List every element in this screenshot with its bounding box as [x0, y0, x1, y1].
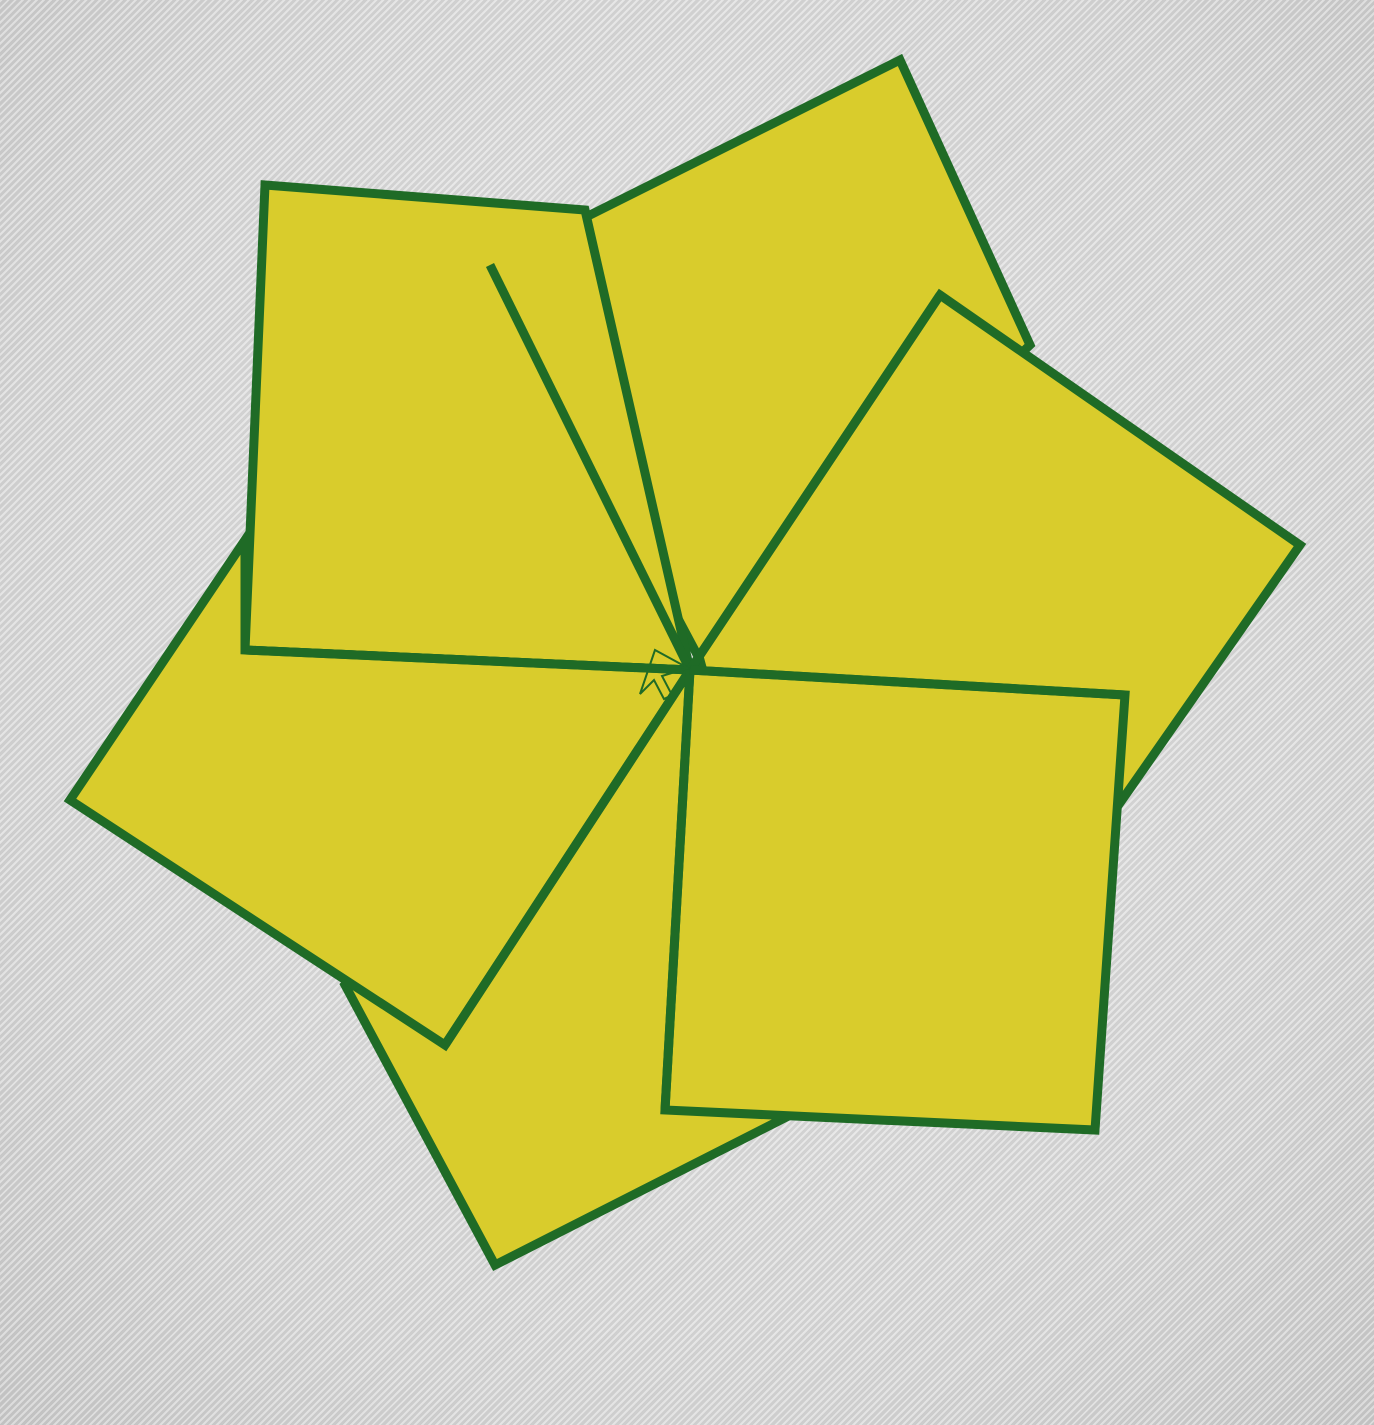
- rotated-square-6[interactable]: [660, 665, 1130, 1135]
- squares-group: [63, 53, 1307, 1272]
- drawing-canvas[interactable]: [0, 0, 1374, 1425]
- pinwheel-figure: [63, 53, 1307, 1272]
